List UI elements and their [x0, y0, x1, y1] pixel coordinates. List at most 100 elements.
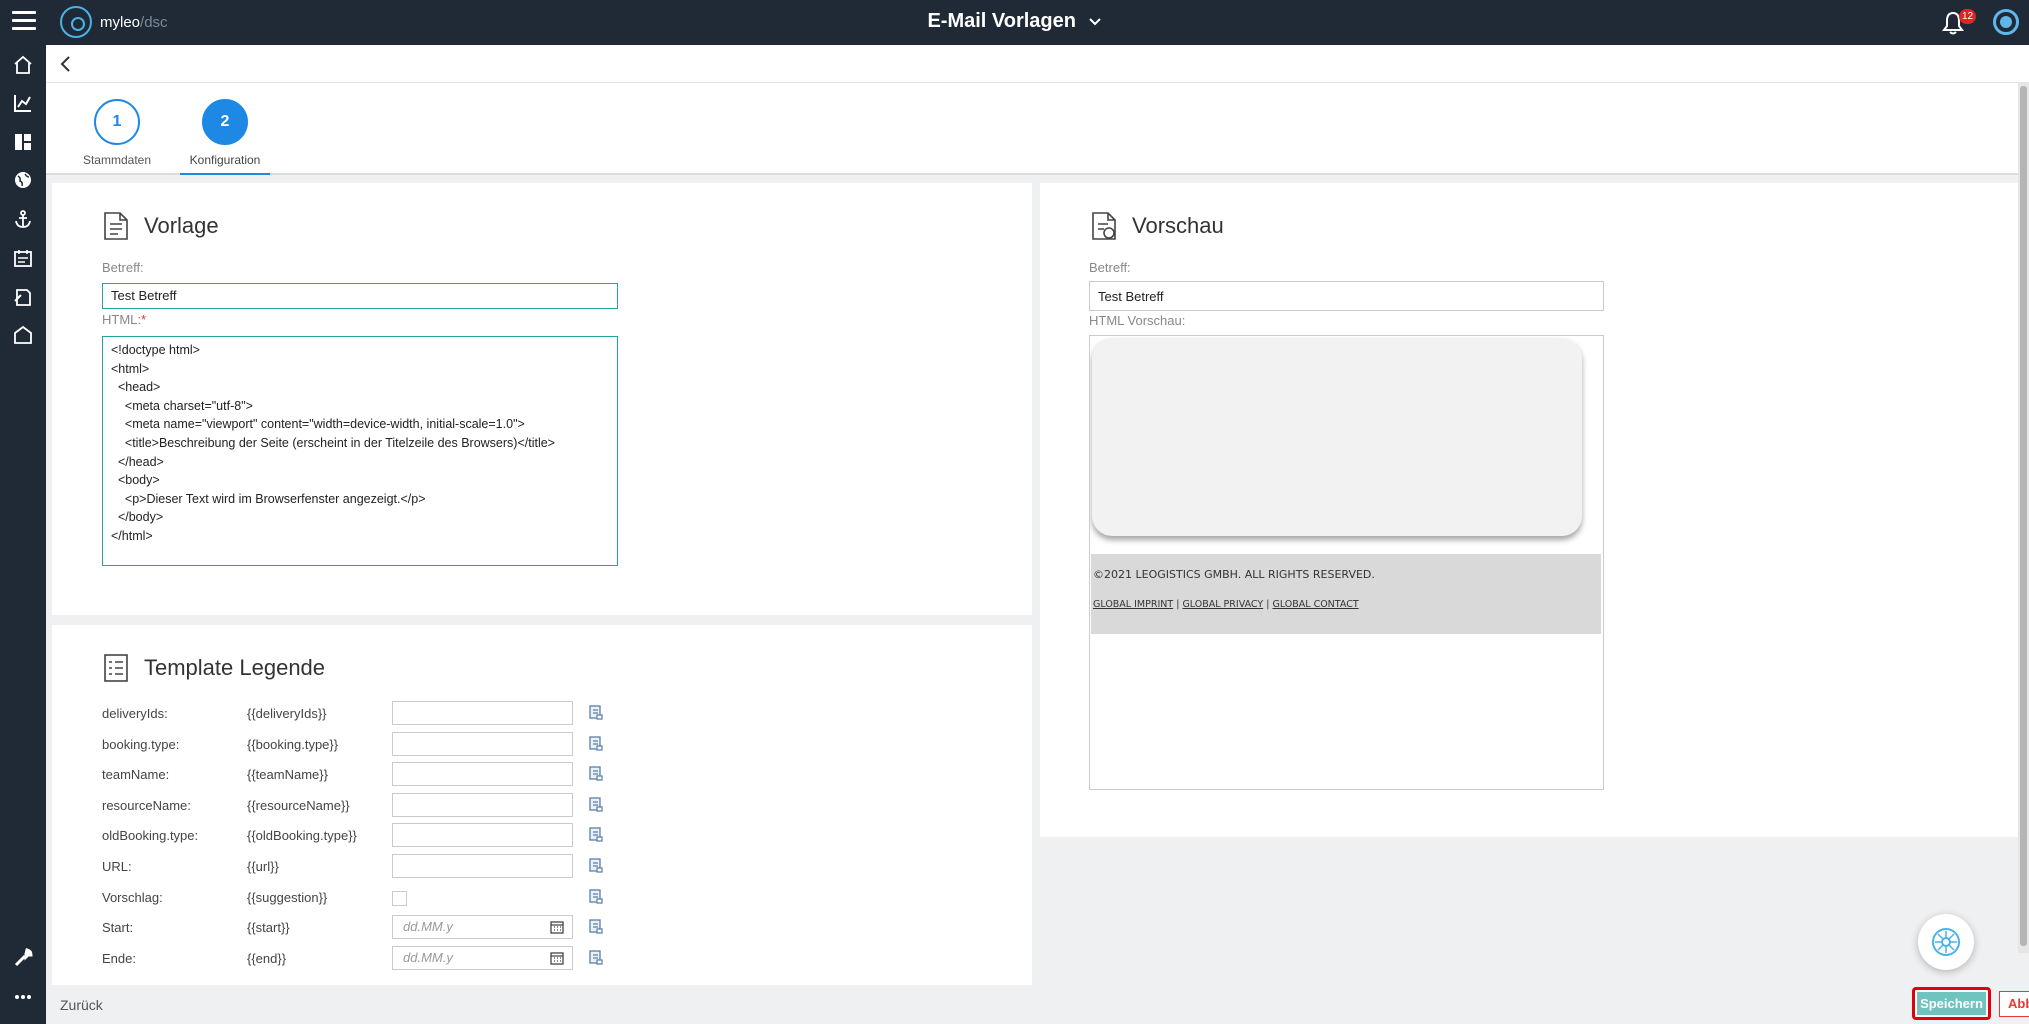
sidebar-warehouse[interactable] [0, 317, 46, 353]
copy-icon[interactable] [588, 704, 604, 720]
sidebar-schedule[interactable] [0, 240, 46, 276]
dashboard-icon [15, 134, 31, 150]
legend-row: resourceName: {{resourceName}} [102, 792, 622, 819]
preview-header-card [1092, 338, 1582, 536]
step-number: 1 [94, 99, 140, 145]
footer-copyright: ©2021 LEOGISTICS GMBH. ALL RIGHTS RESERV… [1093, 568, 1375, 581]
user-profile-icon[interactable] [1993, 9, 2019, 35]
legend-key: teamName: [102, 767, 170, 783]
legend-key: booking.type: [102, 736, 180, 752]
date-input[interactable]: dd.MM.y [392, 915, 573, 940]
legend-key: Start: [102, 920, 134, 936]
copy-icon[interactable] [588, 735, 604, 751]
checklist-icon [104, 654, 128, 682]
global-contact-link[interactable]: GLOBAL CONTACT [1272, 599, 1358, 610]
wizard-steps: 1 Stammdaten 2 Konfiguration [46, 83, 2018, 175]
sidebar-home[interactable] [0, 47, 46, 83]
vorlage-panel: Vorlage Betreff: Test Betreff HTML:* <!d… [52, 183, 1032, 615]
sidebar-anchor[interactable] [0, 201, 46, 237]
suggestion-checkbox[interactable] [392, 890, 407, 906]
legend-variable: {{teamName}} [247, 767, 328, 783]
warehouse-icon [14, 325, 32, 344]
save-button[interactable]: Speichern [1912, 987, 1991, 1020]
vorschau-betreff-value: Test Betreff [1089, 281, 1604, 311]
document-icon [14, 289, 31, 306]
legend-value-input[interactable] [392, 701, 573, 725]
step-stammdaten[interactable]: 1 Stammdaten [72, 99, 162, 173]
globe-icon [15, 172, 31, 188]
copy-icon[interactable] [588, 918, 604, 934]
bottom-action-bar: Zurück Speichern Abbrechen [46, 987, 2029, 1024]
sidebar-more[interactable] [0, 979, 46, 1015]
cancel-button[interactable]: Abbrechen [1999, 991, 2029, 1017]
betreff-input[interactable]: Test Betreff [102, 283, 618, 309]
copy-icon[interactable] [588, 888, 604, 904]
back-chevron-icon[interactable] [56, 54, 76, 74]
page-title: E-Mail Vorlagen [0, 10, 2029, 33]
vorschau-betreff-label: Betreff: [1089, 260, 1131, 275]
sidebar-documents[interactable] [0, 279, 46, 315]
copy-icon[interactable] [588, 826, 604, 842]
home-icon [14, 55, 32, 74]
app-logo[interactable]: myleo/dsc [60, 6, 168, 38]
copy-icon[interactable] [588, 857, 604, 873]
copy-icon[interactable] [588, 949, 604, 965]
html-code-editor[interactable]: <!doctype html> <html> <head> <meta char… [102, 336, 618, 566]
calendar-icon[interactable] [550, 920, 564, 934]
sidebar-dashboard[interactable] [0, 124, 46, 160]
myleo-logo-icon [60, 6, 92, 38]
calendar-icon[interactable] [550, 951, 564, 965]
hamburger-menu-icon[interactable] [12, 11, 36, 33]
vorschau-title: Vorschau [1090, 211, 1224, 241]
notification-badge: 12 [1959, 9, 1977, 24]
legend-value-input[interactable] [392, 792, 573, 817]
wrench-icon [14, 948, 33, 967]
chevron-down-icon [1088, 18, 1101, 26]
legend-row: Vorschlag: {{suggestion}} [102, 885, 622, 911]
step-number: 2 [202, 99, 248, 145]
page-scrollbar-thumb[interactable] [2020, 86, 2027, 946]
legend-key: resourceName: [102, 797, 191, 813]
legend-variable: {{oldBooking.type}} [247, 828, 357, 844]
document-text-icon [104, 212, 128, 240]
legend-key: deliveryIds: [102, 706, 168, 721]
sidebar-analytics[interactable] [0, 85, 46, 121]
date-input[interactable]: dd.MM.y [392, 945, 573, 970]
legend-key: oldBooking.type: [102, 828, 199, 844]
global-imprint-link[interactable]: GLOBAL IMPRINT [1093, 599, 1173, 610]
sidebar [0, 45, 46, 1024]
legend-key: URL: [102, 859, 132, 874]
legend-variable: {{end}} [247, 950, 287, 966]
sidebar-settings[interactable] [0, 940, 46, 976]
legend-row: oldBooking.type: {{oldBooking.type}} [102, 823, 622, 849]
legend-variable: {{suggestion}} [247, 889, 328, 905]
preview-footer: ©2021 LEOGISTICS GMBH. ALL RIGHTS RESERV… [1091, 554, 1601, 634]
copy-icon[interactable] [588, 796, 604, 812]
page-title-dropdown[interactable]: E-Mail Vorlagen [927, 10, 1101, 32]
sidebar-globe[interactable] [0, 162, 46, 198]
legend-value-input[interactable] [392, 854, 573, 878]
anchor-icon [15, 210, 31, 228]
zurueck-button[interactable]: Zurück [60, 997, 103, 1013]
document-preview-icon [1092, 212, 1116, 240]
assistant-fab[interactable] [1918, 914, 1974, 970]
step-konfiguration[interactable]: 2 Konfiguration [180, 99, 270, 175]
copy-icon[interactable] [588, 765, 604, 781]
legend-key: Ende: [102, 950, 136, 966]
html-preview-frame: ©2021 LEOGISTICS GMBH. ALL RIGHTS RESERV… [1089, 335, 1604, 790]
legend-value-input[interactable] [392, 823, 573, 848]
html-label: HTML:* [102, 312, 147, 327]
more-icon [15, 995, 31, 999]
step-label: Konfiguration [180, 153, 270, 175]
global-privacy-link[interactable]: GLOBAL PRIVACY [1182, 599, 1263, 610]
legend-value-input[interactable] [392, 731, 573, 756]
legend-variable: {{url}} [247, 859, 279, 874]
template-legend-title: Template Legende [102, 653, 325, 683]
logo-text: myleo/dsc [100, 13, 168, 31]
legend-key: Vorschlag: [102, 889, 163, 905]
legend-value-input[interactable] [392, 762, 573, 787]
legend-row: URL: {{url}} [102, 854, 622, 880]
legend-variable: {{booking.type}} [247, 736, 339, 752]
betreff-label: Betreff: [102, 260, 144, 275]
legend-variable: {{start}} [247, 920, 290, 936]
